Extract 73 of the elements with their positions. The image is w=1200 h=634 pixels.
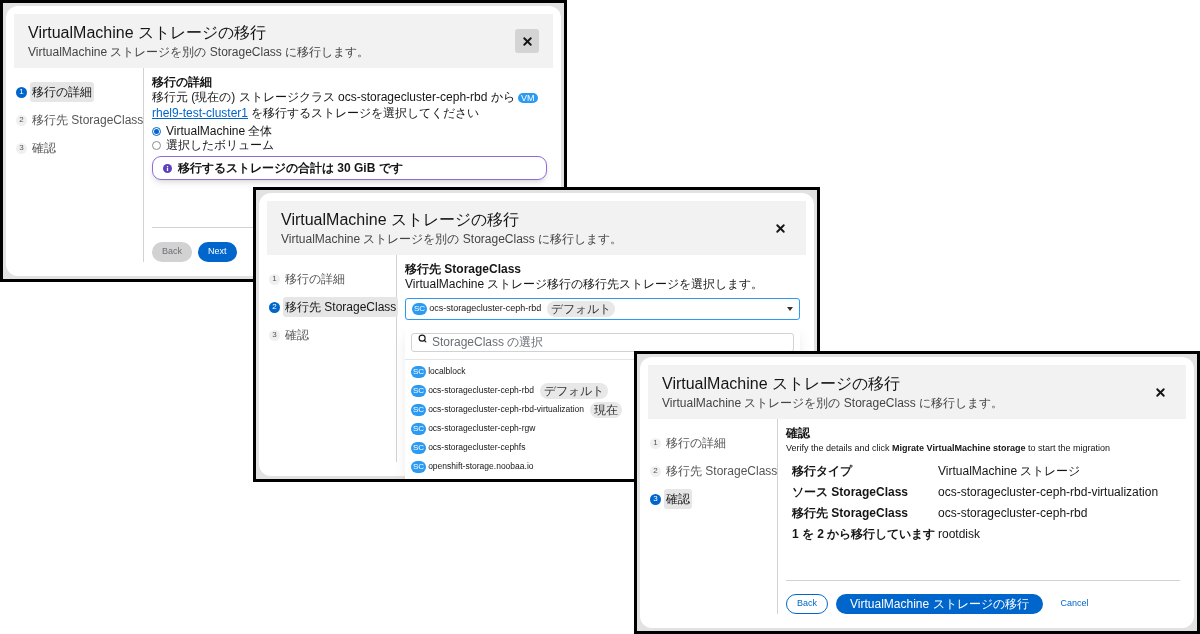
detail-value: ocs-storagecluster-ceph-rbd-virtualization bbox=[938, 484, 1160, 500]
close-icon bbox=[520, 34, 534, 48]
detail-label: 移行タイプ bbox=[792, 463, 854, 479]
primary-button[interactable]: Next bbox=[198, 242, 237, 262]
close-icon bbox=[1153, 385, 1167, 399]
step-number: 3 bbox=[16, 142, 27, 154]
dialog-title: VirtualMachine ストレージの移行 bbox=[662, 374, 901, 394]
storage-class-badge: SC bbox=[411, 403, 427, 416]
section-heading: 移行先 StorageClass bbox=[405, 261, 523, 277]
wizard-step[interactable]: 確認 bbox=[30, 138, 58, 158]
step-number: 1 bbox=[269, 273, 280, 285]
label-tag: デフォルト bbox=[539, 382, 608, 399]
detail-value: VirtualMachine ストレージ bbox=[938, 463, 1082, 479]
detail-value: rootdisk bbox=[938, 526, 982, 542]
primary-button[interactable]: VirtualMachine ストレージの移行 bbox=[836, 594, 1043, 614]
search-field[interactable]: StorageClass の選択 bbox=[411, 332, 794, 352]
section-heading: 確認 bbox=[786, 425, 811, 441]
wizard-step[interactable]: 確認 bbox=[664, 489, 692, 509]
step-number: 3 bbox=[650, 493, 661, 505]
detail-value: ocs-storagecluster-ceph-rbd bbox=[938, 505, 1089, 521]
wizard-step[interactable]: 移行先 StorageClass bbox=[664, 461, 780, 481]
detail-label: 1 を 2 から移行しています bbox=[792, 526, 937, 542]
storage-class-badge: SC bbox=[411, 365, 427, 378]
storage-class-badge: SC bbox=[412, 303, 428, 315]
step-number: 2 bbox=[650, 465, 661, 477]
storage-class-badge: SC bbox=[411, 422, 427, 435]
storage-class-badge: SC bbox=[411, 460, 427, 473]
selected-value: ocs-storagecluster-ceph-rbd bbox=[429, 302, 542, 316]
step-number: 1 bbox=[16, 86, 27, 98]
step-number: 1 bbox=[650, 437, 661, 449]
step-number: 3 bbox=[269, 329, 280, 341]
search-icon bbox=[418, 334, 427, 343]
radio-label: 選択したボリューム bbox=[166, 138, 274, 152]
vm-badge: VM bbox=[518, 93, 538, 103]
wizard-step[interactable]: 移行先 StorageClass bbox=[30, 110, 146, 130]
storage-class-badge: SC bbox=[411, 441, 427, 454]
storage-class-select[interactable]: SC ocs-storagecluster-ceph-rbd デフォルト bbox=[405, 298, 800, 320]
radio-label: VirtualMachine 全体 bbox=[166, 124, 273, 138]
label-tag: 現在 bbox=[590, 401, 623, 418]
cancel-link[interactable]: Cancel bbox=[1050, 594, 1099, 614]
step-number: 2 bbox=[269, 301, 280, 313]
option-label: ocs-storagecluster-ceph-rbd-virtualization bbox=[428, 403, 585, 416]
wizard-step[interactable]: 確認 bbox=[283, 325, 311, 345]
option-label: ocs-storagecluster-ceph-rbd bbox=[428, 384, 534, 397]
description: Verify the details and click Migrate VirtualMachine storage to start the migration bbox=[786, 442, 1111, 455]
section-heading: 移行の詳細 bbox=[152, 74, 213, 90]
label-tag: デフォルト bbox=[547, 301, 616, 317]
step-number: 2 bbox=[16, 114, 27, 126]
wizard-step[interactable]: 移行の詳細 bbox=[30, 82, 94, 102]
option-label: openshift-storage.noobaa.io bbox=[428, 460, 534, 473]
dialog-title: VirtualMachine ストレージの移行 bbox=[28, 23, 267, 43]
detail-label: 移行先 StorageClass bbox=[792, 505, 910, 521]
option-label: localblock bbox=[428, 365, 466, 378]
alert-text: 移行するストレージの合計は 30 GiB です bbox=[178, 160, 403, 176]
wizard-step[interactable]: 移行の詳細 bbox=[664, 433, 728, 453]
option-label: ocs-storagecluster-cephfs bbox=[428, 441, 526, 454]
description: VirtualMachine ストレージ移行の移行先ストレージを選択します。 bbox=[405, 277, 765, 292]
dialog-subtitle: VirtualMachine ストレージを別の StorageClass に移行します。 bbox=[662, 395, 1004, 411]
detail-label: ソース StorageClass bbox=[792, 484, 910, 500]
storage-class-badge: SC bbox=[411, 384, 427, 397]
wizard-step[interactable]: 移行の詳細 bbox=[283, 269, 347, 289]
option-label: ocs-storagecluster-ceph-rgw bbox=[428, 422, 536, 435]
dialog-subtitle: VirtualMachine ストレージを別の StorageClass に移行します。 bbox=[28, 44, 370, 60]
close-icon bbox=[773, 221, 787, 235]
description: 移行元 (現在の) ストレージクラス ocs-storagecluster-ceph-rbd から VM rhel9-test-cluster1 を移行するストレージを選択してください bbox=[152, 90, 547, 121]
dialog-subtitle: VirtualMachine ストレージを別の StorageClass に移行します。 bbox=[281, 231, 623, 247]
caret-icon bbox=[787, 307, 793, 311]
info-icon bbox=[163, 163, 172, 173]
back-button[interactable]: Back bbox=[786, 594, 828, 614]
dialog-title: VirtualMachine ストレージの移行 bbox=[281, 210, 520, 230]
wizard-step[interactable]: 移行先 StorageClass bbox=[283, 297, 399, 317]
vm-link[interactable]: rhel9-test-cluster1 bbox=[152, 106, 249, 120]
close-button[interactable] bbox=[515, 29, 539, 53]
